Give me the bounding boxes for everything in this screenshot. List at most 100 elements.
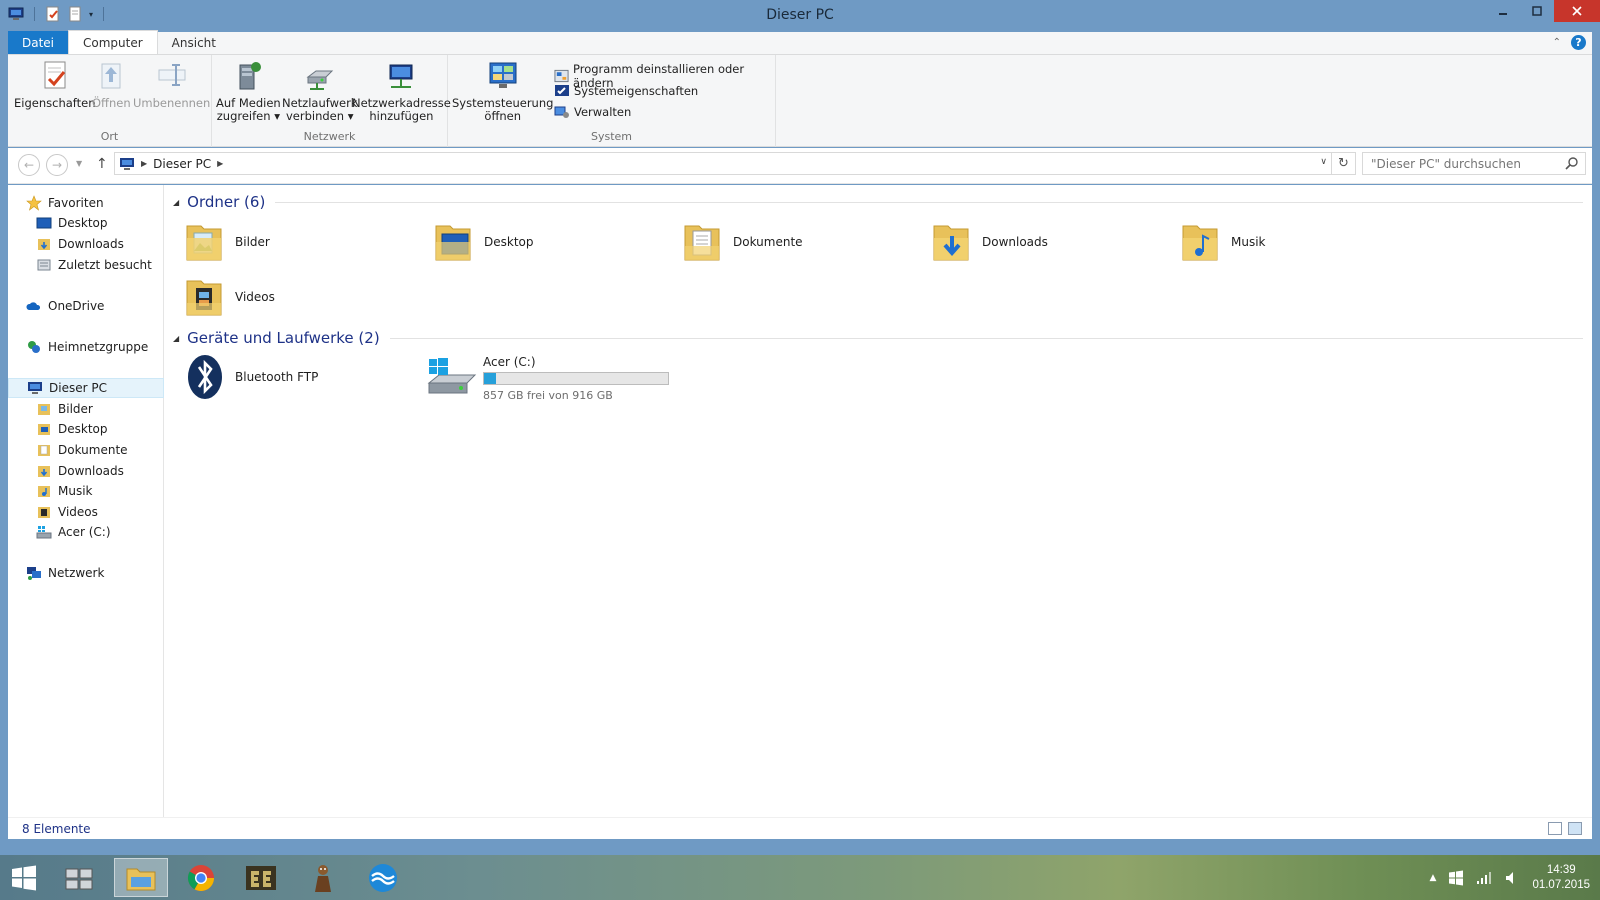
nav-onedrive[interactable]: OneDrive [8, 296, 164, 316]
taskbar-virtual-desktops[interactable] [52, 858, 106, 897]
nav-this-pc[interactable]: Dieser PC [8, 378, 164, 398]
nav-music[interactable]: Musik [8, 481, 164, 501]
nav-label: Dokumente [58, 443, 128, 457]
group-header-devices[interactable]: ◢ Geräte und Laufwerke (2) [173, 329, 1583, 347]
folder-tile-bilder[interactable]: Bilder [183, 218, 270, 266]
nav-downloads-folder[interactable]: Downloads [8, 461, 164, 481]
open-control-panel-button[interactable]: Systemsteuerung öffnen [452, 59, 553, 123]
manage-button[interactable]: Verwalten [554, 104, 631, 120]
drive-usage-fill [484, 373, 496, 384]
tab-datei[interactable]: Datei [8, 31, 69, 54]
start-button[interactable] [0, 858, 48, 897]
breadcrumb-chevron-icon[interactable]: ▶ [217, 159, 223, 168]
taskbar-game[interactable] [234, 858, 288, 897]
address-bar[interactable]: ▶ Dieser PC ▶ ∨ [114, 152, 1332, 175]
address-dropdown-icon[interactable]: ∨ [1320, 157, 1327, 167]
nav-label: Bilder [58, 402, 93, 416]
title-bar: ▾ Dieser PC [0, 0, 1600, 32]
nav-network[interactable]: Netzwerk [8, 563, 164, 583]
nav-label: Dieser PC [49, 381, 107, 395]
star-icon [26, 195, 42, 211]
volume-icon[interactable] [1504, 870, 1520, 886]
windows-flag-icon[interactable] [1448, 870, 1464, 886]
programs-icon [554, 69, 569, 83]
close-icon [1572, 6, 1582, 16]
drive-free-space: 857 GB frei von 916 GB [483, 389, 613, 402]
large-icons-view-icon[interactable] [1568, 822, 1582, 835]
taskbar-character-app[interactable] [296, 858, 350, 897]
open-label: Öffnen [92, 96, 131, 110]
back-arrow-icon: ← [23, 158, 35, 172]
forward-button[interactable]: → [46, 154, 68, 176]
add-network-location-button[interactable]: Netzwerkadresse hinzufügen [352, 59, 451, 123]
taskbar-file-explorer[interactable] [114, 858, 168, 897]
search-box[interactable] [1362, 152, 1586, 175]
breadcrumb-chevron-icon[interactable]: ▶ [141, 159, 147, 168]
folder-tile-dokumente[interactable]: Dokumente [681, 218, 803, 266]
folder-tile-downloads[interactable]: Downloads [930, 218, 1048, 266]
details-view-icon[interactable] [1548, 822, 1562, 835]
recent-locations-icon[interactable]: ▼ [76, 159, 82, 168]
system-properties-button[interactable]: Systemeigenschaften [554, 83, 698, 99]
nav-pictures[interactable]: Bilder [8, 399, 164, 419]
back-button[interactable]: ← [18, 154, 40, 176]
refresh-button[interactable]: ↻ [1332, 152, 1356, 175]
nav-downloads[interactable]: Downloads [8, 234, 164, 254]
help-icon[interactable]: ? [1571, 35, 1586, 50]
tab-ansicht[interactable]: Ansicht [158, 31, 230, 54]
device-tile-bluetooth[interactable]: Bluetooth FTP [183, 353, 318, 401]
chrome-icon [187, 864, 215, 891]
collapse-triangle-icon[interactable]: ◢ [173, 334, 179, 343]
nav-documents[interactable]: Dokumente [8, 440, 164, 460]
show-hidden-icons-icon[interactable]: ▲ [1430, 873, 1437, 883]
ribbon-tab-bar: Datei Computer Ansicht ⌃ ? [8, 30, 1592, 55]
close-button[interactable] [1554, 0, 1600, 22]
group-header-folders[interactable]: ◢ Ordner (6) [173, 193, 1583, 211]
documents-folder-icon [684, 225, 720, 261]
folder-tile-musik[interactable]: Musik [1179, 218, 1266, 266]
collapse-triangle-icon[interactable]: ◢ [173, 198, 179, 207]
taskbar-clock[interactable]: 14:39 01.07.2015 [1532, 863, 1590, 893]
network-signal-icon[interactable] [1476, 871, 1492, 885]
device-tile-drive-c[interactable]: Acer (C:) 857 GB frei von 916 GB [427, 355, 669, 402]
taskbar-wave-app[interactable] [356, 858, 410, 897]
nav-recent[interactable]: Zuletzt besucht [8, 255, 164, 275]
nav-videos[interactable]: Videos [8, 502, 164, 522]
map-network-drive-button[interactable]: Netzlaufwerk verbinden ▾ [282, 59, 357, 123]
desktop-folder-icon [38, 424, 50, 435]
access-media-button[interactable]: Auf Medien zugreifen ▾ [216, 59, 281, 123]
collapse-ribbon-icon[interactable]: ⌃ [1553, 37, 1561, 48]
item-count: 8 Elemente [22, 821, 91, 836]
taskbar-chrome[interactable] [174, 858, 228, 897]
tab-computer[interactable]: Computer [68, 30, 158, 54]
breadcrumb-dieser-pc[interactable]: Dieser PC [153, 157, 211, 171]
system-tray: ▲ 14:39 01.07.2015 [1430, 855, 1600, 900]
up-arrow-icon[interactable]: ↑ [96, 156, 108, 172]
nav-homegroup[interactable]: Heimnetzgruppe [8, 337, 164, 357]
tile-label: Bilder [235, 235, 270, 249]
navigation-pane: Favoriten Desktop Downloads Zuletzt besu… [8, 185, 164, 817]
properties-button[interactable]: Eigenschaften [14, 59, 96, 110]
nav-desktop[interactable]: Desktop [8, 213, 164, 233]
search-icon[interactable] [1565, 156, 1579, 170]
nav-label: Zuletzt besucht [58, 258, 152, 272]
drive-info: Acer (C:) 857 GB frei von 916 GB [483, 355, 669, 402]
music-folder-icon [38, 486, 50, 497]
group-divider [389, 337, 1583, 339]
open-button[interactable]: Öffnen [92, 59, 131, 110]
rename-button[interactable]: Umbenennen [133, 59, 210, 110]
maximize-button[interactable] [1520, 0, 1554, 22]
minimize-button[interactable] [1486, 0, 1520, 22]
documents-folder-icon [38, 445, 50, 456]
folder-tile-desktop[interactable]: Desktop [432, 218, 534, 266]
network-icon [27, 567, 41, 580]
search-input[interactable] [1371, 156, 1551, 171]
nav-desktop-folder[interactable]: Desktop [8, 419, 164, 439]
nav-drive-c[interactable]: Acer (C:) [8, 522, 164, 542]
tile-label: Downloads [982, 235, 1048, 249]
game-icon [246, 865, 276, 890]
rename-label: Umbenennen [133, 96, 211, 110]
nav-favorites[interactable]: Favoriten [8, 193, 164, 213]
control-panel-icon [489, 62, 517, 88]
folder-tile-videos[interactable]: Videos [183, 273, 275, 321]
